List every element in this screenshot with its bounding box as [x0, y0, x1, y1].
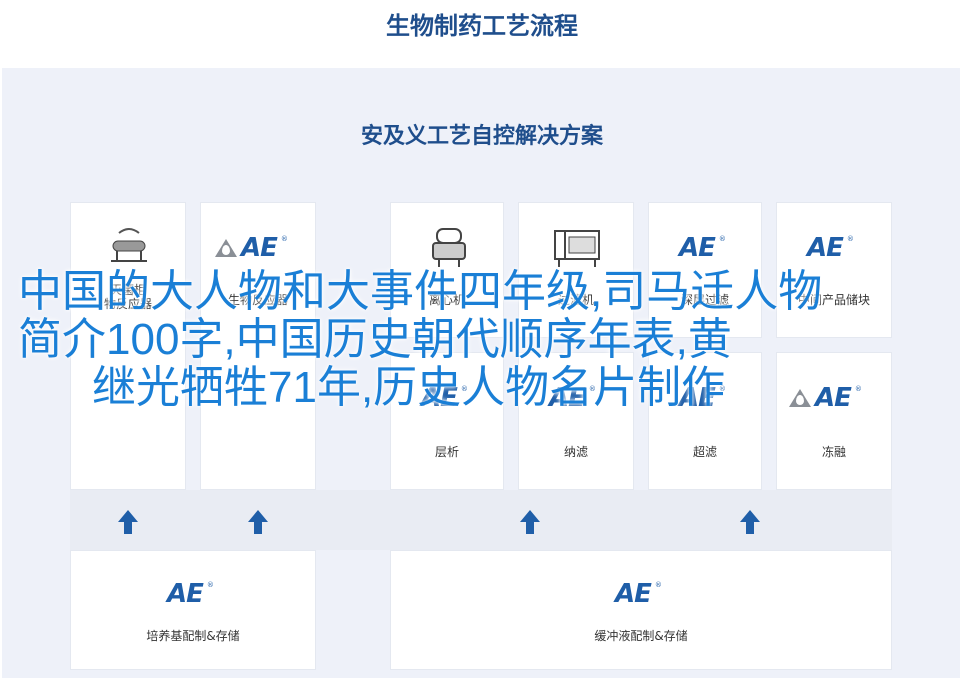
- ae-logo: AE ®: [679, 233, 726, 263]
- arrow-up-icon: [248, 510, 268, 534]
- card-label: 纳滤: [563, 445, 588, 459]
- card-media-prep[interactable]: AE ® 培养基配制&存储: [70, 550, 316, 670]
- overlay-caption: 中国的大人物和大事件四年级,司马迁人物 简介100字,中国历史朝代顺序年表,黄 …: [18, 268, 948, 412]
- card-buffer-prep[interactable]: AE ® 缓冲液配制&存储: [390, 550, 892, 670]
- arrow-up-icon: [118, 510, 138, 534]
- card-label: 层析: [434, 445, 459, 459]
- ae-logo: AE ®: [167, 579, 214, 609]
- ae-logo: AE ®: [615, 579, 662, 609]
- overlay-line: 继光牺牲71年,历史人物名片制作: [92, 363, 726, 412]
- card-label: 超滤: [692, 445, 717, 459]
- arrow-up-icon: [740, 510, 760, 534]
- card-label: 冻融: [821, 445, 846, 459]
- ae-logo: AE ®: [807, 233, 854, 263]
- card-label: 培养基配制&存储: [146, 629, 240, 643]
- ae-logo: AE ®: [215, 235, 288, 261]
- panel-title: 安及义工艺自控解决方案: [360, 124, 603, 149]
- filter-machine-icon: [554, 230, 600, 267]
- page-title: 生物制药工艺流程: [386, 12, 578, 40]
- card-label: 缓冲液配制&存储: [594, 629, 688, 643]
- overlay-line: 中国的大人物和大事件四年级,司马迁人物: [18, 267, 823, 316]
- autoclave-icon: [111, 228, 147, 262]
- overlay-line: 简介100字,中国历史朝代顺序年表,黄: [18, 315, 732, 364]
- arrow-strip: [70, 490, 892, 550]
- arrow-up-icon: [520, 510, 540, 534]
- centrifuge-icon: [432, 228, 466, 267]
